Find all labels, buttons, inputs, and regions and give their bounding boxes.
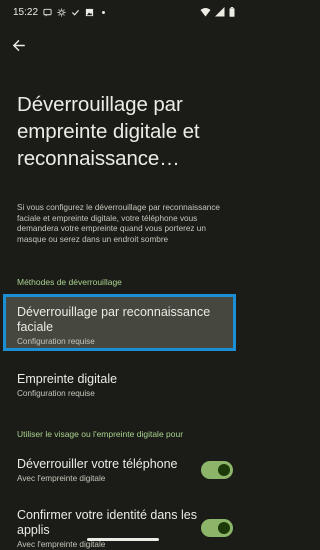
status-time: 15:22 [13,6,39,18]
list-item-unlock-phone[interactable]: Déverrouiller votre téléphone Avec l'emp… [17,457,197,484]
item-title: Empreinte digitale [17,372,118,386]
item-subtitle: Avec l'empreinte digitale [17,474,106,483]
toggle-thumb [218,522,230,534]
check-icon [71,9,80,16]
section-header-unlock-methods: Méthodes de déverrouillage [17,277,122,287]
item-title: Déverrouillage par reconnaissance facial… [17,305,211,334]
list-item-confirm-identity[interactable]: Confirmer votre identité dans les applis… [17,508,197,550]
confirm-identity-toggle[interactable] [201,519,233,537]
image-icon [85,8,94,16]
intro-text: Si vous configurez le déverrouillage par… [17,203,220,244]
item-subtitle: Configuration requise [17,389,95,398]
page-title: Déverrouillage par empreinte digitale et… [17,93,200,170]
nav-handle[interactable] [87,538,159,541]
arrow-left-icon [12,39,25,51]
settings-icon [57,7,66,17]
item-title: Confirmer votre identité dans les applis [17,508,197,537]
status-left: 15:22 [13,7,108,18]
dot-icon [102,10,105,14]
item-subtitle: Configuration requise [17,337,95,346]
list-item-face-unlock[interactable]: Déverrouillage par reconnaissance facial… [17,305,227,347]
status-right [200,7,235,17]
item-title: Déverrouiller votre téléphone [17,457,178,471]
toggle-thumb [218,464,230,476]
status-bar: 15:22 [0,0,245,24]
signal-icon [215,7,225,17]
message-icon [43,8,52,17]
section-header-use-for: Utiliser le visage ou l'empreinte digita… [17,429,184,439]
wifi-icon [200,8,211,17]
list-item-fingerprint[interactable]: Empreinte digitale Configuration requise [17,372,227,399]
unlock-phone-toggle[interactable] [201,461,233,479]
battery-icon [229,7,235,17]
back-button[interactable] [9,36,27,54]
